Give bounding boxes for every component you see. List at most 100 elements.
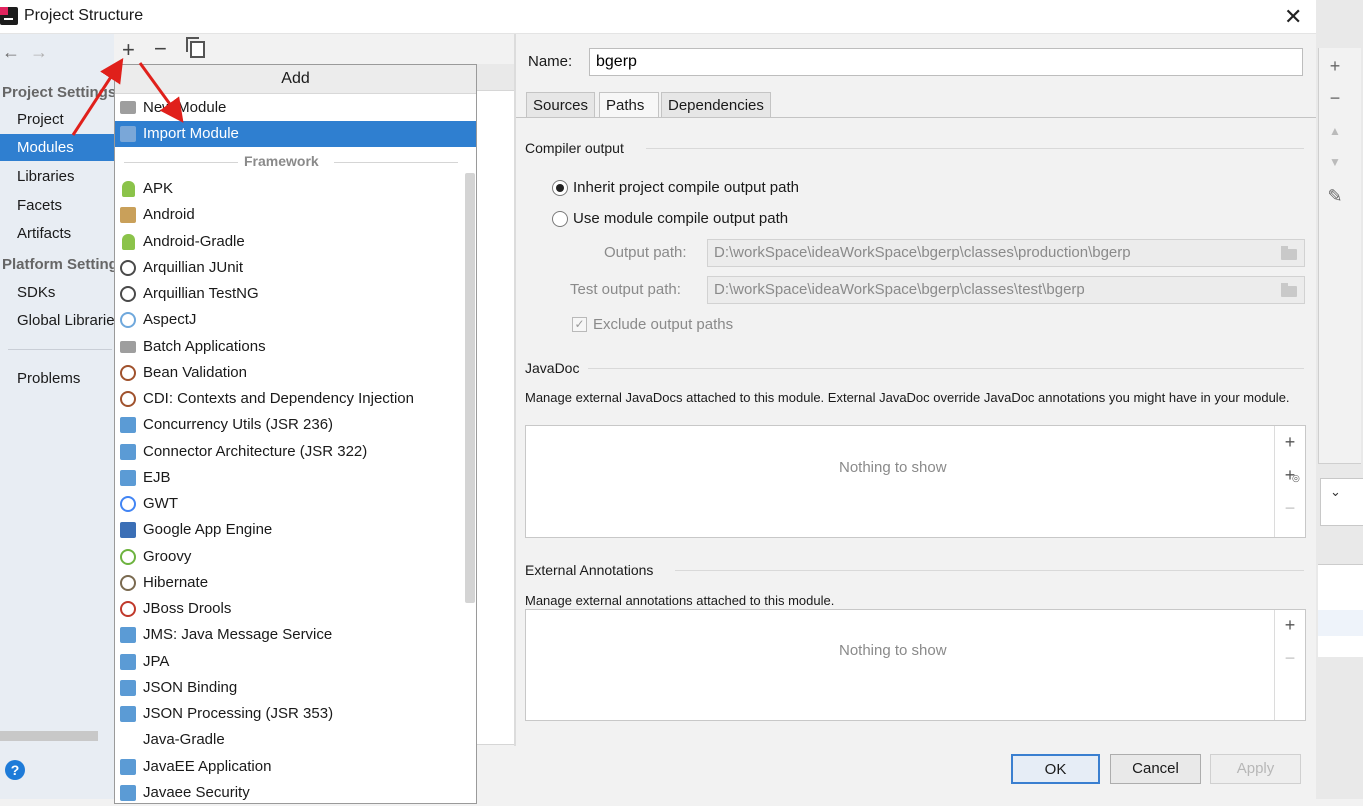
framework-item[interactable]: APK <box>115 176 476 202</box>
remove-annotation-icon[interactable]: − <box>1280 648 1300 669</box>
background-list-row <box>1318 610 1363 636</box>
framework-item[interactable]: JavaEE Application <box>115 754 476 780</box>
close-icon[interactable]: ✕ <box>1284 4 1302 30</box>
add-javadoc-icon[interactable]: + <box>1280 432 1300 453</box>
group-divider <box>675 570 1304 571</box>
browse-folder-icon[interactable] <box>1281 246 1297 260</box>
framework-item[interactable]: JSON Processing (JSR 353) <box>115 701 476 727</box>
sidebar-item-project[interactable]: Project <box>0 106 114 133</box>
test-output-path-field[interactable]: D:\workSpace\ideaWorkSpace\bgerp\classes… <box>707 276 1305 304</box>
modules-list-selected-row[interactable] <box>476 64 516 91</box>
framework-item[interactable]: Groovy <box>115 544 476 570</box>
new-module-item[interactable]: New Module <box>115 95 476 121</box>
arquillian-icon <box>120 260 136 276</box>
group-divider <box>588 368 1304 369</box>
arquillian-icon <box>120 286 136 302</box>
tab-sources[interactable]: Sources <box>526 92 596 118</box>
framework-item[interactable]: AspectJ <box>115 307 476 333</box>
help-icon[interactable]: ? <box>5 760 25 780</box>
framework-item[interactable]: Bean Validation <box>115 360 476 386</box>
sidebar-divider <box>8 349 112 350</box>
framework-item-label: GWT <box>143 495 178 512</box>
remove-javadoc-icon[interactable]: − <box>1280 498 1300 519</box>
modules-toolbar <box>114 34 514 64</box>
framework-item[interactable]: GWT <box>115 491 476 517</box>
framework-item[interactable]: Concurrency Utils (JSR 236) <box>115 412 476 438</box>
framework-item[interactable]: Batch Applications <box>115 334 476 360</box>
add-icon[interactable]: + <box>122 37 135 63</box>
apply-button[interactable]: Apply <box>1210 754 1301 784</box>
module-name-input[interactable] <box>589 48 1303 76</box>
exclude-output-checkbox[interactable]: ✓ <box>572 317 587 332</box>
android-icon <box>122 181 135 197</box>
add-javadoc-url-icon[interactable]: + ◎ <box>1280 465 1300 486</box>
framework-item[interactable]: JSON Binding <box>115 675 476 701</box>
sidebar-item-sdks[interactable]: SDKs <box>0 279 114 306</box>
tab-paths[interactable]: Paths <box>599 92 659 118</box>
framework-item[interactable]: Javaee Security <box>115 780 476 806</box>
framework-item[interactable]: Android-Gradle <box>115 229 476 255</box>
ejb-icon <box>120 470 136 486</box>
framework-item[interactable]: EJB <box>115 465 476 491</box>
cancel-button[interactable]: Cancel <box>1110 754 1201 784</box>
sidebar-scrollbar[interactable] <box>0 731 98 741</box>
hibernate-icon <box>120 575 136 591</box>
app-engine-icon <box>120 522 136 538</box>
framework-item[interactable]: JMS: Java Message Service <box>115 622 476 648</box>
jpa-icon <box>120 654 136 670</box>
forward-arrow-icon[interactable]: → <box>30 42 48 63</box>
inherit-output-radio[interactable] <box>552 180 568 196</box>
test-output-path-value: D:\workSpace\ideaWorkSpace\bgerp\classes… <box>714 281 1085 298</box>
output-path-field[interactable]: D:\workSpace\ideaWorkSpace\bgerp\classes… <box>707 239 1305 267</box>
sidebar-item-libraries[interactable]: Libraries <box>0 163 114 190</box>
browse-folder-icon[interactable] <box>1281 283 1297 297</box>
framework-item[interactable]: Hibernate <box>115 570 476 596</box>
modules-list-footer <box>476 744 516 800</box>
background-remove-icon: − <box>1329 88 1341 108</box>
framework-item-label: JPA <box>143 653 170 670</box>
framework-item[interactable]: Java-Gradle <box>115 727 476 753</box>
framework-divider-right <box>334 162 458 163</box>
tab-dependencies[interactable]: Dependencies <box>661 92 771 118</box>
exclude-output-label[interactable]: Exclude output paths <box>593 316 733 333</box>
framework-item-label: Android-Gradle <box>143 233 245 250</box>
framework-item[interactable]: JPA <box>115 649 476 675</box>
chevron-down-icon: ⌄ <box>1330 484 1341 499</box>
title-bar <box>0 0 1316 34</box>
javadoc-empty-message: Nothing to show <box>839 459 947 476</box>
framework-item[interactable]: Google App Engine <box>115 517 476 543</box>
import-module-item[interactable]: Import Module <box>115 121 476 147</box>
framework-item[interactable]: Connector Architecture (JSR 322) <box>115 439 476 465</box>
framework-item-label: JMS: Java Message Service <box>143 626 333 643</box>
remove-icon[interactable]: − <box>154 36 167 62</box>
sidebar-item-problems[interactable]: Problems <box>0 365 114 392</box>
inherit-output-label[interactable]: Inherit project compile output path <box>573 179 799 196</box>
bean-icon <box>120 365 136 381</box>
javadoc-description: Manage external JavaDocs attached to thi… <box>525 390 1290 405</box>
sidebar-item-facets[interactable]: Facets <box>0 192 114 219</box>
javaee-icon <box>120 680 136 696</box>
sidebar-item-artifacts[interactable]: Artifacts <box>0 220 114 247</box>
back-arrow-icon[interactable]: ← <box>2 42 20 63</box>
framework-item[interactable]: Arquillian JUnit <box>115 255 476 281</box>
framework-item-label: Concurrency Utils (JSR 236) <box>143 416 334 433</box>
sidebar-item-global-libraries[interactable]: Global Libraries <box>0 307 114 334</box>
drools-icon <box>120 601 136 617</box>
module-output-label[interactable]: Use module compile output path <box>573 210 788 227</box>
framework-item[interactable]: Arquillian TestNG <box>115 281 476 307</box>
external-annotations-list[interactable] <box>525 609 1306 721</box>
sidebar-item-modules[interactable]: Modules <box>0 134 114 161</box>
copy-icon[interactable] <box>186 37 205 58</box>
add-annotation-icon[interactable]: + <box>1280 615 1300 636</box>
javadoc-list[interactable] <box>525 425 1306 538</box>
output-path-value: D:\workSpace\ideaWorkSpace\bgerp\classes… <box>714 244 1131 261</box>
background-edit-icon: ✎ <box>1327 186 1343 206</box>
framework-item[interactable]: JBoss Drools <box>115 596 476 622</box>
modules-list[interactable] <box>476 64 516 744</box>
framework-item[interactable]: Android <box>115 202 476 228</box>
ok-button[interactable]: OK <box>1011 754 1100 784</box>
popup-scrollbar[interactable] <box>465 173 475 603</box>
module-output-radio[interactable] <box>552 211 568 227</box>
framework-item-label: EJB <box>143 469 171 486</box>
framework-item[interactable]: CDI: Contexts and Dependency Injection <box>115 386 476 412</box>
